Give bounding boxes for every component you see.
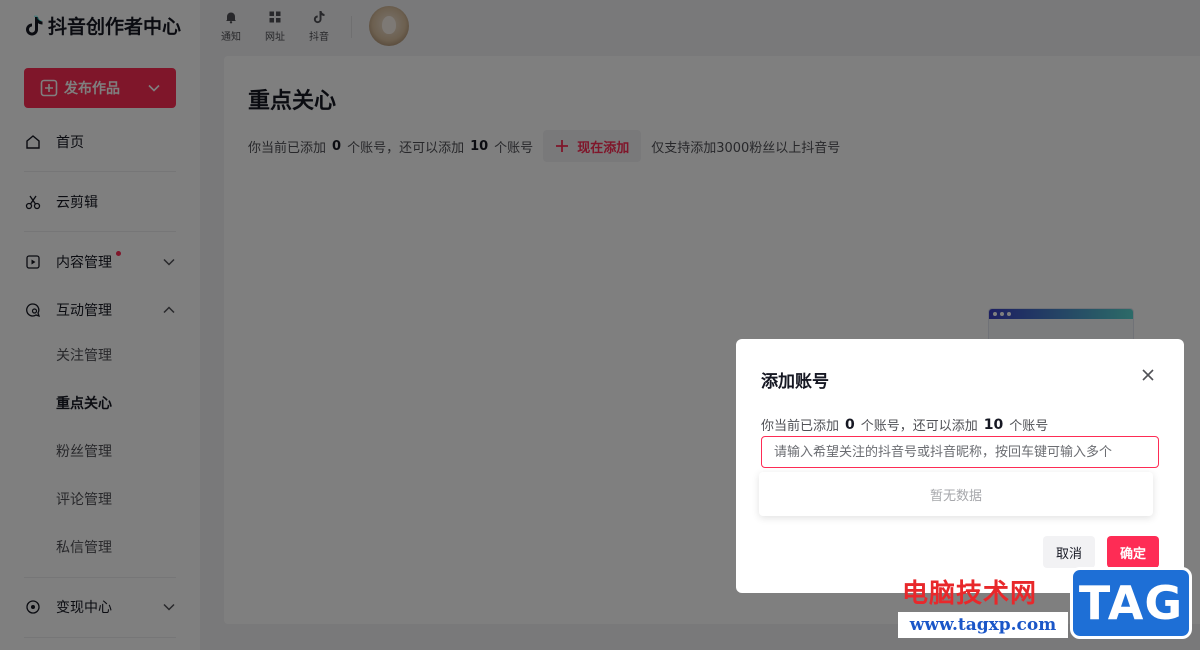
- modal-info: 你当前已添加 0 个账号，还可以添加 10 个账号: [761, 415, 1049, 435]
- account-search-input[interactable]: [761, 436, 1159, 468]
- modal-info-mid: 个账号，还可以添加: [860, 419, 978, 434]
- modal-remaining-count: 10: [983, 416, 1004, 433]
- search-dropdown: 暂无数据: [759, 472, 1153, 516]
- modal-info-suffix: 个账号: [1009, 419, 1049, 434]
- close-icon[interactable]: [1140, 367, 1156, 383]
- watermark-url: www.tagxp.com: [898, 612, 1068, 638]
- modal-added-count: 0: [845, 416, 855, 433]
- add-account-modal: 添加账号 你当前已添加 0 个账号，还可以添加 10 个账号 暂无数据 取消 确…: [736, 339, 1184, 593]
- modal-info-prefix: 你当前已添加: [761, 419, 840, 434]
- cancel-button[interactable]: 取消: [1043, 536, 1095, 568]
- watermark-tag-logo: TAG: [1070, 567, 1192, 639]
- confirm-button[interactable]: 确定: [1107, 536, 1159, 568]
- modal-title: 添加账号: [761, 372, 829, 392]
- empty-text: 暂无数据: [929, 488, 982, 504]
- watermark-site-name: 电脑技术网: [902, 579, 1038, 609]
